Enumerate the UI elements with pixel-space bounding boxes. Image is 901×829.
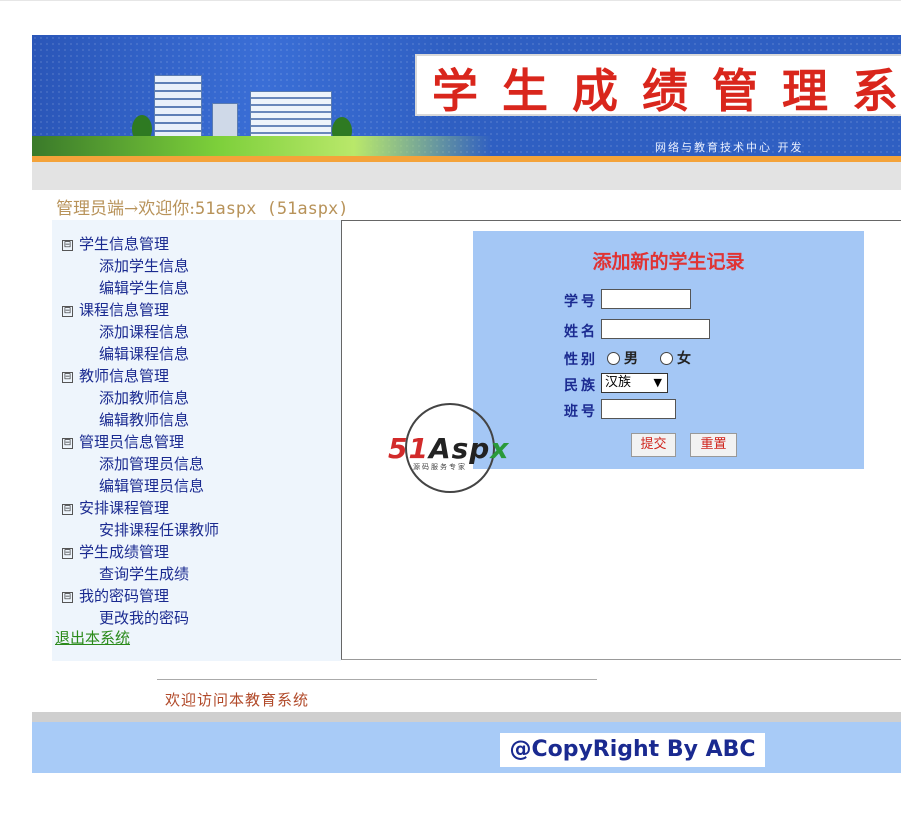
footer-divider xyxy=(157,679,597,680)
collapse-icon[interactable]: ⊟ xyxy=(62,372,73,383)
gender-female-radio[interactable] xyxy=(660,352,673,365)
student-id-label: 学号 xyxy=(564,294,598,310)
add-student-form: 添加新的学生记录 学号 姓名 性别 男 女 民族 汉族 ▼ 班号 提交 重置 xyxy=(473,231,864,469)
ethnicity-value: 汉族 xyxy=(605,375,632,390)
sidebar-item-edit-student[interactable]: 编辑学生信息 xyxy=(99,277,189,298)
collapse-icon[interactable]: ⊟ xyxy=(62,438,73,449)
sidebar-group-teacher[interactable]: ⊟ 教师信息管理 xyxy=(62,365,169,386)
footer-bar xyxy=(32,722,901,773)
sidebar-item-change-password[interactable]: 更改我的密码 xyxy=(99,607,189,628)
sidebar-item-assign-teacher[interactable]: 安排课程任课教师 xyxy=(99,519,219,540)
building-image xyxy=(154,75,202,143)
class-label: 班号 xyxy=(564,404,598,420)
collapse-icon[interactable]: ⊟ xyxy=(62,240,73,251)
student-id-input[interactable] xyxy=(601,289,691,309)
sidebar-group-password[interactable]: ⊟ 我的密码管理 xyxy=(62,585,169,606)
ethnicity-select[interactable]: 汉族 ▼ xyxy=(601,373,668,393)
header-banner: 学生成绩管理系统 网络与教育技术中心 开发 xyxy=(32,35,901,156)
role-text: 管理员端→欢迎你: xyxy=(56,199,195,219)
name-label: 姓名 xyxy=(564,324,598,340)
user-text: 51aspx (51aspx) xyxy=(194,199,349,219)
gender-male-radio[interactable] xyxy=(607,352,620,365)
watermark-logo: 51Aspx xyxy=(388,432,510,465)
sidebar-group-schedule[interactable]: ⊟ 安排课程管理 xyxy=(62,497,169,518)
class-input[interactable] xyxy=(601,399,676,419)
sidebar-item-query-grades[interactable]: 查询学生成绩 xyxy=(99,563,189,584)
logout-link[interactable]: 退出本系统 xyxy=(55,627,130,648)
ethnicity-label: 民族 xyxy=(564,378,598,394)
collapse-icon[interactable]: ⊟ xyxy=(62,548,73,559)
footer-welcome: 欢迎访问本教育系统 xyxy=(165,691,310,709)
chevron-down-icon: ▼ xyxy=(653,376,662,389)
watermark-tagline: 源码服务专家 xyxy=(413,463,467,471)
top-divider xyxy=(0,0,901,1)
gender-female-label: 女 xyxy=(677,351,691,367)
collapse-icon[interactable]: ⊟ xyxy=(62,306,73,317)
reset-button[interactable]: 重置 xyxy=(690,433,737,457)
gender-label: 性别 xyxy=(564,352,598,368)
sidebar-item-add-course[interactable]: 添加课程信息 xyxy=(99,321,189,342)
sidebar-item-edit-teacher[interactable]: 编辑教师信息 xyxy=(99,409,189,430)
sidebar-group-admin[interactable]: ⊟ 管理员信息管理 xyxy=(62,431,184,452)
gender-male-label: 男 xyxy=(624,351,638,367)
sidebar-item-add-student[interactable]: 添加学生信息 xyxy=(99,255,189,276)
collapse-icon[interactable]: ⊟ xyxy=(62,504,73,515)
sidebar-item-edit-course[interactable]: 编辑课程信息 xyxy=(99,343,189,364)
sidebar-group-course[interactable]: ⊟ 课程信息管理 xyxy=(62,299,169,320)
submit-button[interactable]: 提交 xyxy=(631,433,676,457)
grass-image xyxy=(32,136,492,156)
nav-bar xyxy=(32,162,901,190)
sidebar-item-edit-admin[interactable]: 编辑管理员信息 xyxy=(99,475,204,496)
sidebar-group-student[interactable]: ⊟ 学生信息管理 xyxy=(62,233,169,254)
form-title: 添加新的学生记录 xyxy=(592,251,745,273)
sidebar-item-add-admin[interactable]: 添加管理员信息 xyxy=(99,453,204,474)
welcome-line: 管理员端→欢迎你:51aspx (51aspx) xyxy=(56,194,349,219)
footer-gray-bar xyxy=(32,712,901,722)
name-input[interactable] xyxy=(601,319,710,339)
sidebar-item-add-teacher[interactable]: 添加教师信息 xyxy=(99,387,189,408)
site-subtitle: 网络与教育技术中心 开发 xyxy=(655,141,804,154)
site-title: 学生成绩管理系统 xyxy=(432,64,901,118)
collapse-icon[interactable]: ⊟ xyxy=(62,592,73,603)
sidebar-group-grades[interactable]: ⊟ 学生成绩管理 xyxy=(62,541,169,562)
copyright-text: @CopyRight By ABC xyxy=(500,733,765,767)
